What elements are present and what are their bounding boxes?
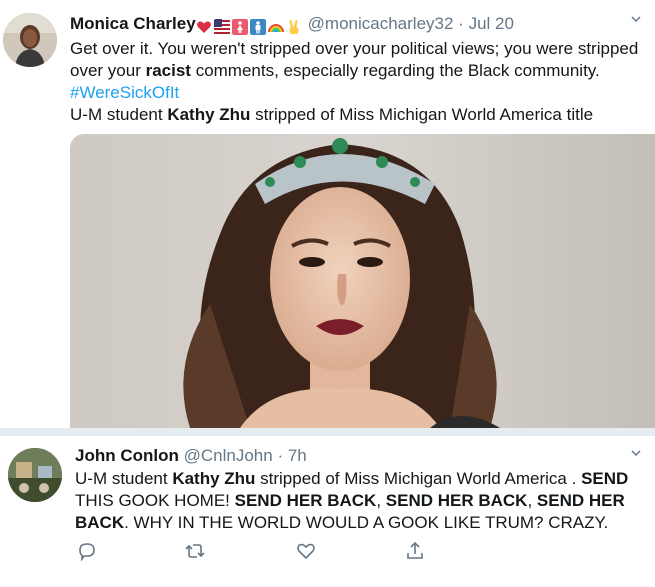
avatar-image bbox=[3, 13, 57, 67]
display-name[interactable]: John Conlon bbox=[75, 446, 179, 465]
text-segment: . WHY IN THE WORLD WOULD A GOOK LIKE TRU… bbox=[124, 513, 609, 532]
timestamp[interactable]: Jul 20 bbox=[469, 14, 514, 33]
red-heart-icon bbox=[196, 21, 211, 33]
avatar[interactable] bbox=[8, 448, 62, 502]
victory-hand-icon bbox=[289, 19, 299, 34]
tweet-header: John Conlon @CnlnJohn · 7h bbox=[75, 446, 307, 466]
hashtag-link[interactable]: #WereSickOfIt bbox=[70, 83, 179, 102]
mens-room-icon bbox=[249, 18, 266, 35]
text-segment: stripped of Miss Michigan World America … bbox=[255, 469, 582, 488]
tweet[interactable]: Monica Charley @monicacharley32 · Jul 20… bbox=[0, 0, 655, 428]
quote-prefix: U-M student bbox=[70, 105, 168, 124]
chevron-down-icon[interactable] bbox=[631, 448, 641, 458]
quote-bold: Kathy Zhu bbox=[167, 105, 251, 124]
name-emojis bbox=[196, 16, 304, 36]
text-segment: , bbox=[527, 491, 537, 510]
timestamp[interactable]: 7h bbox=[288, 446, 307, 465]
avatar-image bbox=[8, 448, 62, 502]
separator-dot: · bbox=[458, 14, 464, 33]
tweet-text: Get over it. You weren't stripped over y… bbox=[70, 38, 650, 126]
quote-suffix: stripped of Miss Michigan World America … bbox=[250, 105, 594, 124]
text-segment: comments, especially regarding the Black… bbox=[190, 61, 600, 80]
text-segment: THIS GOOK HOME! bbox=[75, 491, 235, 510]
text-bold: Kathy Zhu bbox=[172, 469, 256, 488]
retweet-icon[interactable] bbox=[183, 539, 207, 563]
text-bold: SEND HER BACK bbox=[234, 491, 377, 510]
reply-icon[interactable] bbox=[75, 539, 99, 563]
text-segment: U-M student bbox=[75, 469, 173, 488]
tweet[interactable]: John Conlon @CnlnJohn · 7h U-M student K… bbox=[0, 436, 655, 587]
tweet-actions bbox=[75, 539, 575, 569]
separator-dot: · bbox=[277, 446, 284, 465]
quoted-title: U-M student Kathy Zhu stripped of Miss M… bbox=[70, 105, 593, 124]
chevron-down-icon[interactable] bbox=[631, 14, 641, 24]
rainbow-icon bbox=[267, 23, 284, 32]
tweet-text: U-M student Kathy Zhu stripped of Miss M… bbox=[75, 468, 653, 534]
us-flag-icon bbox=[213, 18, 230, 35]
text-bold: SEND HER BACK bbox=[385, 491, 528, 510]
womens-room-icon bbox=[231, 18, 248, 35]
tweet-media-photo[interactable] bbox=[70, 134, 655, 428]
text-bold: racist bbox=[145, 61, 191, 80]
handle[interactable]: @CnlnJohn bbox=[184, 446, 273, 465]
tweet-divider bbox=[0, 428, 655, 436]
like-icon[interactable] bbox=[294, 539, 318, 563]
text-bold: SEND bbox=[581, 469, 629, 488]
avatar[interactable] bbox=[3, 13, 57, 67]
share-icon[interactable] bbox=[403, 539, 427, 563]
tweet-header: Monica Charley @monicacharley32 · Jul 20 bbox=[70, 14, 514, 36]
text-segment: , bbox=[376, 491, 386, 510]
handle[interactable]: @monicacharley32 bbox=[308, 14, 454, 33]
display-name[interactable]: Monica Charley bbox=[70, 14, 196, 33]
portrait-image bbox=[70, 134, 655, 428]
